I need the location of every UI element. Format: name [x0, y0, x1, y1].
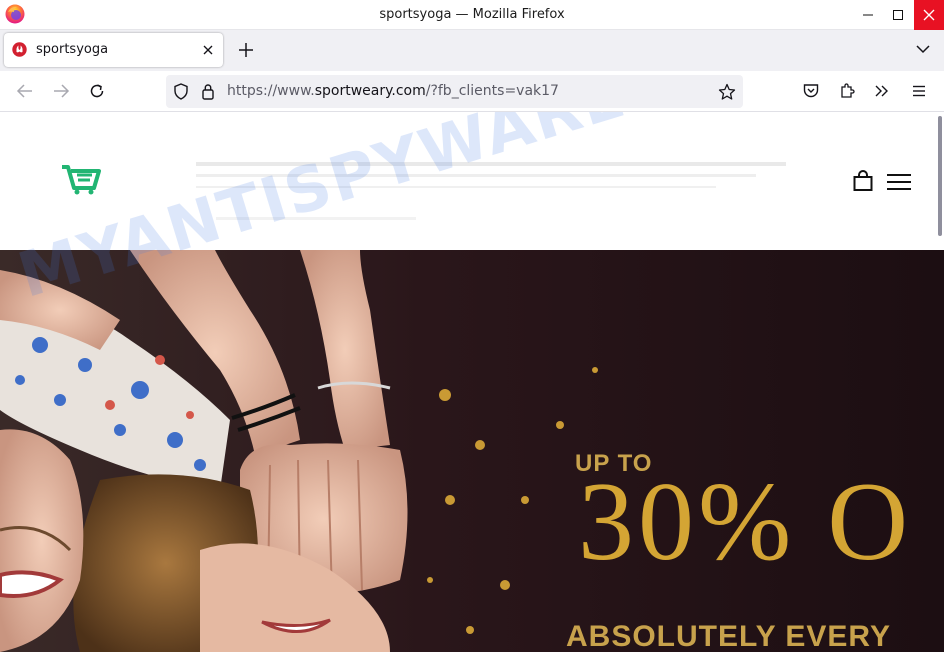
close-icon [923, 9, 935, 21]
shopping-cart-logo-icon[interactable] [58, 158, 104, 196]
pocket-icon [803, 84, 819, 98]
maximize-button[interactable] [883, 0, 913, 30]
hero-banner[interactable]: UP TO 30% O ABSOLUTELY EVERY [0, 250, 944, 652]
lock-icon[interactable] [201, 83, 215, 100]
shopping-bag-icon[interactable] [852, 170, 874, 192]
close-window-button[interactable] [914, 0, 944, 30]
app-menu-button[interactable] [909, 81, 929, 101]
promo-subtitle-text: ABSOLUTELY EVERY [566, 620, 891, 652]
reload-icon [90, 84, 104, 98]
reload-button[interactable] [87, 81, 107, 101]
site-menu-hamburger-icon[interactable] [886, 173, 912, 191]
lululemon-icon [12, 42, 27, 57]
extensions-button[interactable] [837, 81, 857, 101]
web-page: UP TO 30% O ABSOLUTELY EVERY MYANTISPYWA… [0, 112, 944, 652]
list-all-tabs-chevron-icon[interactable] [914, 40, 932, 58]
tracking-shield-icon[interactable] [173, 83, 189, 100]
back-button[interactable] [15, 81, 35, 101]
tab-strip: sportsyoga [0, 30, 944, 71]
pocket-button[interactable] [801, 81, 821, 101]
minimize-icon [863, 14, 873, 16]
url-bar[interactable]: https://www.sportweary.com/?fb_clients=v… [166, 75, 743, 108]
title-bar: sportsyoga — Mozilla Firefox [0, 0, 944, 30]
back-arrow-icon [16, 84, 32, 98]
maximize-icon [893, 10, 903, 20]
hero-photo-image [0, 250, 944, 652]
scrollbar-thumb[interactable] [938, 116, 942, 236]
url-prefix: https://www. [227, 83, 315, 99]
site-header [0, 112, 944, 250]
forward-button[interactable] [51, 81, 71, 101]
url-text[interactable]: https://www.sportweary.com/?fb_clients=v… [227, 83, 559, 99]
tab-sportsyoga[interactable]: sportsyoga [4, 33, 223, 67]
minimize-button[interactable] [853, 0, 883, 30]
url-host: sportweary.com [314, 83, 426, 99]
navigation-toolbar: https://www.sportweary.com/?fb_clients=v… [0, 71, 944, 112]
tab-label: sportsyoga [36, 42, 109, 57]
new-tab-plus-icon[interactable] [236, 40, 256, 60]
close-tab-icon[interactable] [200, 42, 216, 58]
bookmark-star-icon[interactable] [718, 83, 736, 101]
hamburger-menu-icon [913, 85, 925, 97]
promo-discount-text: 30% O [578, 460, 913, 584]
forward-arrow-icon [54, 84, 70, 98]
extensions-puzzle-icon [841, 83, 855, 98]
page-scrollbar[interactable] [936, 112, 944, 652]
url-path: /?fb_clients=vak17 [425, 83, 559, 99]
double-chevron-icon [875, 85, 888, 97]
window-title: sportsyoga — Mozilla Firefox [379, 7, 565, 22]
faded-header-artifact [196, 162, 786, 220]
overflow-menu-button[interactable] [872, 81, 892, 101]
